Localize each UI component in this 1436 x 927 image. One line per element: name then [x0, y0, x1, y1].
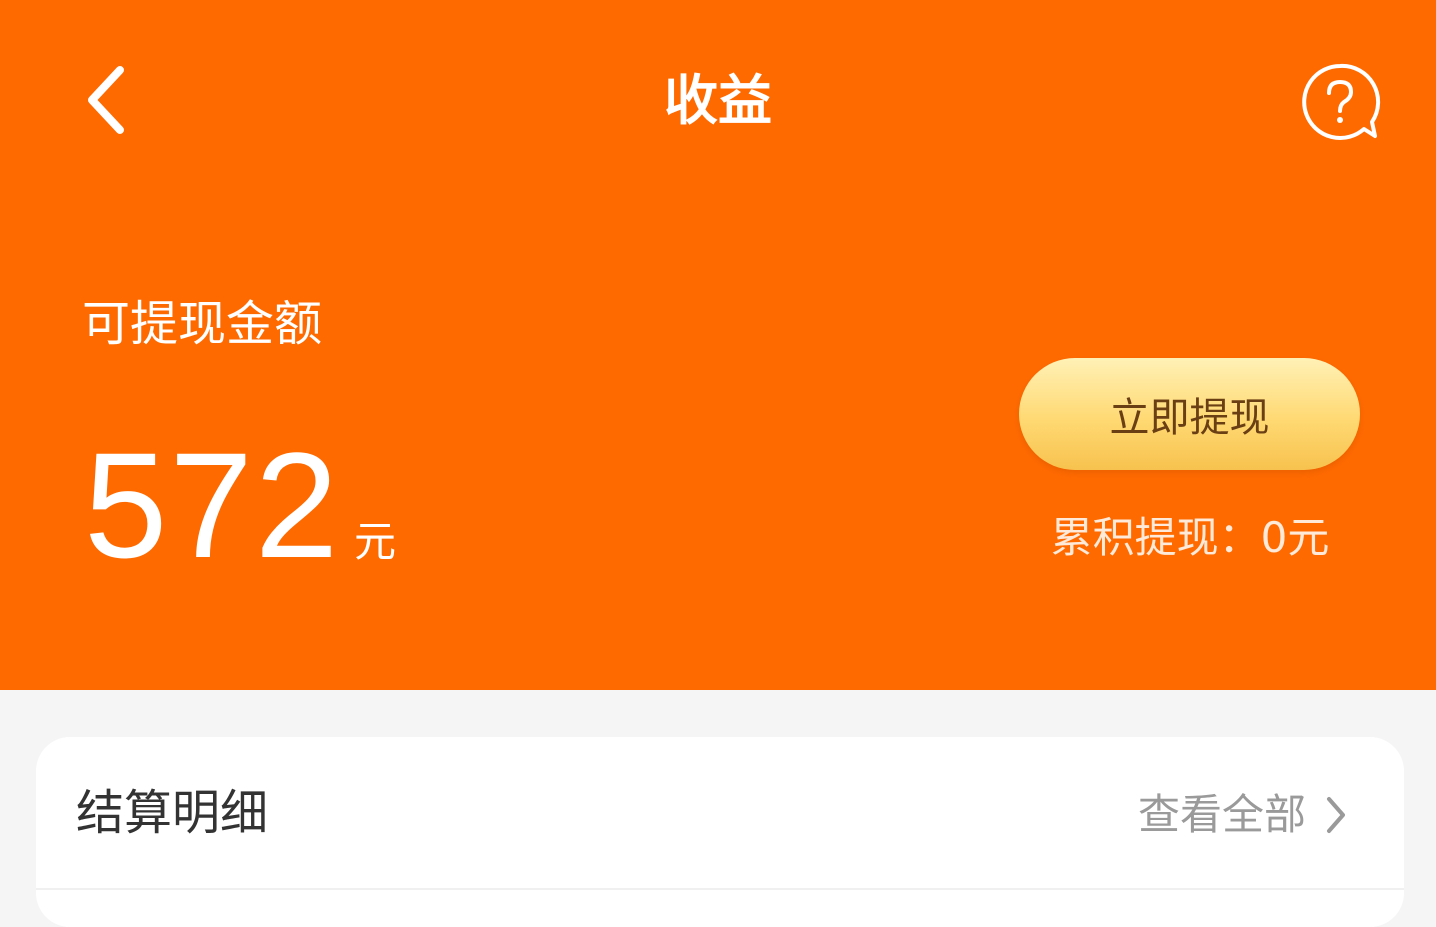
available-balance-label: 可提现金额: [82, 296, 323, 352]
help-button[interactable]: [1298, 60, 1382, 144]
withdraw-now-button[interactable]: 立即提现: [1019, 358, 1360, 470]
view-all-label: 查看全部: [1137, 790, 1306, 839]
settlement-details-card: 结算明细 查看全部: [36, 737, 1404, 927]
chevron-right-icon: [1324, 795, 1348, 835]
earnings-header: 收益 可提现金额 572 元 立即提现 累积提现：0元: [0, 0, 1436, 690]
question-bubble-icon: [1302, 63, 1381, 140]
total-withdrawn-text: 累积提现：0元: [1050, 513, 1330, 562]
card-divider: [36, 888, 1404, 890]
settlement-details-title: 结算明细: [76, 785, 269, 841]
view-all-link[interactable]: 查看全部: [1138, 785, 1348, 845]
available-balance-amount: 572: [84, 421, 341, 589]
currency-unit: 元: [354, 517, 397, 566]
page-title: 收益: [664, 69, 772, 132]
